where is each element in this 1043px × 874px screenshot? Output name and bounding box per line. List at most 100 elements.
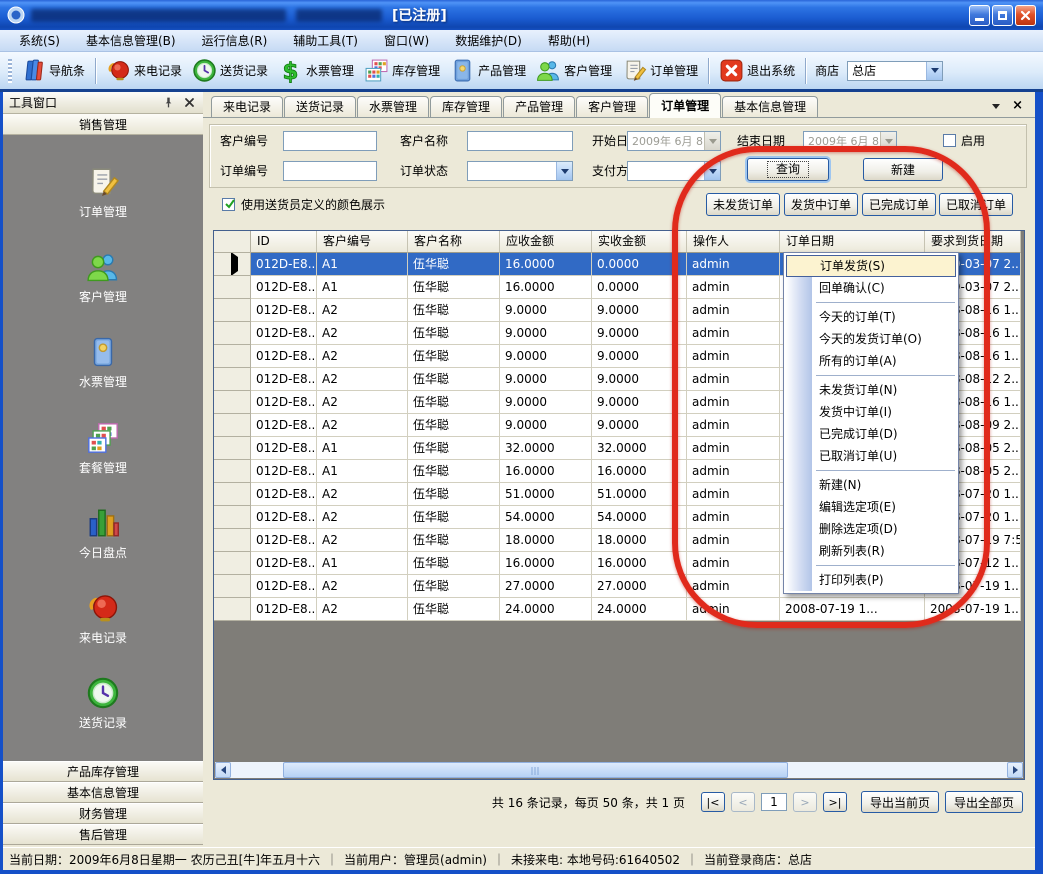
context-menu-item-发货中订单(I)[interactable]: 发货中订单(I)	[786, 401, 956, 423]
row-selector[interactable]	[214, 253, 251, 276]
row-selector[interactable]	[214, 460, 251, 483]
tab-送货记录[interactable]: 送货记录	[284, 96, 356, 117]
toolbar-button-8[interactable]: 订单管理	[617, 56, 703, 85]
sidebar-item-来电记录[interactable]: 来电记录	[79, 591, 127, 646]
menu-item[interactable]: 辅助工具(T)	[280, 30, 371, 51]
scroll-right-button[interactable]	[1007, 762, 1023, 778]
order-no-input[interactable]	[283, 161, 377, 181]
table-row[interactable]: 012D-E8...A2伍华聪24.000024.0000admin2008-0…	[214, 598, 1024, 621]
context-menu-item-回单确认(C)[interactable]: 回单确认(C)	[786, 277, 956, 299]
prev-page-button[interactable]: <	[731, 792, 755, 812]
row-selector[interactable]	[214, 391, 251, 414]
enable-checkbox[interactable]	[943, 134, 956, 147]
sidebar-section-基本信息管理[interactable]: 基本信息管理	[3, 782, 203, 803]
shop-select[interactable]: 总店	[847, 61, 943, 81]
menu-item[interactable]: 数据维护(D)	[442, 30, 535, 51]
context-menu-item-今天的发货订单(O)[interactable]: 今天的发货订单(O)	[786, 328, 956, 350]
end-date-picker[interactable]: 2009年 6月 8日	[803, 131, 897, 151]
chevron-down-icon[interactable]	[992, 104, 1000, 109]
maximize-button[interactable]	[992, 5, 1013, 26]
context-menu-item-已完成订单(D)[interactable]: 已完成订单(D)	[786, 423, 956, 445]
last-page-button[interactable]: >|	[823, 792, 847, 812]
row-selector[interactable]	[214, 529, 251, 552]
scroll-left-button[interactable]	[215, 762, 231, 778]
toolbar-button-9[interactable]: 退出系统	[714, 56, 800, 85]
row-selector[interactable]	[214, 276, 251, 299]
row-selector[interactable]	[214, 506, 251, 529]
toolbar-button-5[interactable]: 库存管理	[359, 56, 445, 85]
menu-item[interactable]: 系统(S)	[6, 30, 73, 51]
tab-订单管理[interactable]: 订单管理	[649, 93, 721, 118]
column-header-订单日期[interactable]: 订单日期	[780, 231, 925, 253]
pay-method-select[interactable]	[627, 161, 721, 181]
row-selector[interactable]	[214, 368, 251, 391]
start-date-picker[interactable]: 2009年 6月 8日	[627, 131, 721, 151]
sidebar-item-水票管理[interactable]: 水票管理	[79, 335, 127, 390]
first-page-button[interactable]: |<	[701, 792, 725, 812]
context-menu-item-编辑选定项(E)[interactable]: 编辑选定项(E)	[786, 496, 956, 518]
context-menu-item-订单发货(S)[interactable]: 订单发货(S)	[786, 255, 956, 277]
context-menu-item-新建(N)[interactable]: 新建(N)	[786, 474, 956, 496]
export-all-button[interactable]: 导出全部页	[945, 791, 1023, 813]
toolbar-button-7[interactable]: 客户管理	[531, 56, 617, 85]
row-selector[interactable]	[214, 345, 251, 368]
column-header-ID[interactable]: ID	[251, 231, 317, 253]
row-selector[interactable]	[214, 322, 251, 345]
row-selector[interactable]	[214, 299, 251, 322]
toolbar-button-4[interactable]: $水票管理	[273, 56, 359, 85]
row-selector[interactable]	[214, 414, 251, 437]
pin-icon[interactable]	[161, 95, 176, 110]
row-selector[interactable]	[214, 598, 251, 621]
toolbar-button-3[interactable]: 送货记录	[187, 56, 273, 85]
page-input[interactable]	[761, 793, 787, 811]
filter-button-已取消订单[interactable]: 已取消订单	[939, 193, 1013, 216]
sidebar-item-订单管理[interactable]: 订单管理	[79, 165, 127, 220]
tab-产品管理[interactable]: 产品管理	[503, 96, 575, 117]
column-header-应收金额[interactable]: 应收金额	[500, 231, 592, 253]
row-selector[interactable]	[214, 575, 251, 598]
tab-库存管理[interactable]: 库存管理	[430, 96, 502, 117]
sidebar-section-售后管理[interactable]: 售后管理	[3, 824, 203, 845]
tab-水票管理[interactable]: 水票管理	[357, 96, 429, 117]
h-scrollbar[interactable]	[215, 762, 1023, 778]
query-button[interactable]: 查询	[747, 158, 829, 181]
sidebar-section-sales[interactable]: 销售管理	[3, 114, 203, 135]
tab-基本信息管理[interactable]: 基本信息管理	[722, 96, 818, 117]
close-button[interactable]	[1015, 5, 1036, 26]
row-selector[interactable]	[214, 437, 251, 460]
sidebar-section-产品库存管理[interactable]: 产品库存管理	[3, 761, 203, 782]
toolbar-button-1[interactable]: 导航条	[16, 56, 90, 85]
toolbar-button-6[interactable]: 产品管理	[445, 56, 531, 85]
tab-来电记录[interactable]: 来电记录	[211, 96, 283, 117]
sidebar-item-客户管理[interactable]: 客户管理	[79, 250, 127, 305]
filter-button-未发货订单[interactable]: 未发货订单	[706, 193, 780, 216]
toolbar-button-2[interactable]: 来电记录	[101, 56, 187, 85]
menu-item[interactable]: 运行信息(R)	[189, 30, 281, 51]
color-checkbox[interactable]	[222, 198, 235, 211]
context-menu-item-已取消订单(U)[interactable]: 已取消订单(U)	[786, 445, 956, 467]
next-page-button[interactable]: >	[793, 792, 817, 812]
context-menu-item-所有的订单(A)[interactable]: 所有的订单(A)	[786, 350, 956, 372]
column-header-要求到货日期[interactable]: 要求到货日期	[925, 231, 1021, 253]
column-header-客户编号[interactable]: 客户编号	[317, 231, 408, 253]
column-header-客户名称[interactable]: 客户名称	[408, 231, 500, 253]
menu-item[interactable]: 帮助(H)	[535, 30, 603, 51]
row-selector[interactable]	[214, 483, 251, 506]
row-selector[interactable]	[214, 552, 251, 575]
context-menu-item-未发货订单(N)[interactable]: 未发货订单(N)	[786, 379, 956, 401]
column-header-操作人[interactable]: 操作人	[687, 231, 780, 253]
new-button[interactable]: 新建	[863, 158, 943, 181]
export-current-button[interactable]: 导出当前页	[861, 791, 939, 813]
filter-button-发货中订单[interactable]: 发货中订单	[784, 193, 858, 216]
column-header-实收金额[interactable]: 实收金额	[592, 231, 687, 253]
close-tab-icon[interactable]: ×	[1012, 101, 1023, 111]
sidebar-item-套餐管理[interactable]: 套餐管理	[79, 421, 127, 476]
close-icon[interactable]	[182, 95, 197, 110]
context-menu-item-刷新列表(R)[interactable]: 刷新列表(R)	[786, 540, 956, 562]
context-menu-item-打印列表(P)[interactable]: 打印列表(P)	[786, 569, 956, 591]
order-status-select[interactable]	[467, 161, 573, 181]
filter-button-已完成订单[interactable]: 已完成订单	[862, 193, 936, 216]
minimize-button[interactable]	[969, 5, 990, 26]
menu-item[interactable]: 基本信息管理(B)	[73, 30, 189, 51]
sidebar-item-今日盘点[interactable]: 今日盘点	[79, 506, 127, 561]
